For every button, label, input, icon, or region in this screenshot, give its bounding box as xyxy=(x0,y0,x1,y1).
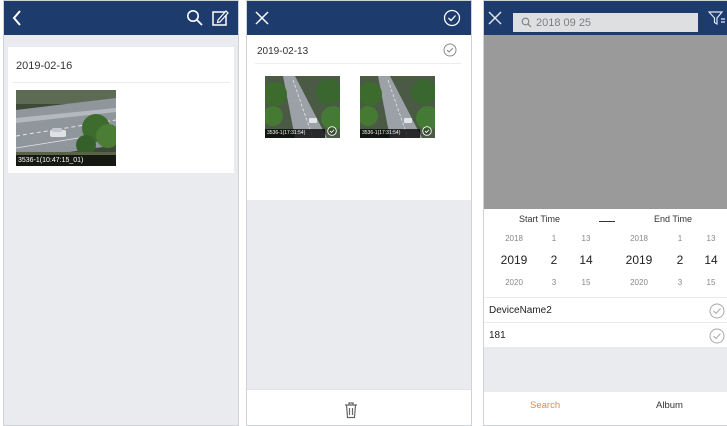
divider xyxy=(12,82,230,83)
close-button[interactable] xyxy=(251,1,273,35)
navbar xyxy=(247,1,471,35)
check-circle-icon xyxy=(443,9,461,27)
tab-search[interactable]: Search xyxy=(530,400,560,411)
end-day-selected[interactable]: 14 xyxy=(696,253,726,267)
album-list-screen: 2019-02-16 3536-1(10:47:15_01) xyxy=(3,0,239,426)
dim-overlay[interactable] xyxy=(484,35,727,209)
start-time-label: Start Time xyxy=(519,214,561,224)
recording-thumbnail[interactable]: 3536-1(10:47:15_01) xyxy=(16,90,116,166)
start-year-selected[interactable]: 2019 xyxy=(499,253,529,267)
recording-thumbnail[interactable]: 3536-1(17:31:54) xyxy=(360,76,435,138)
start-month-selected[interactable]: 2 xyxy=(539,253,569,267)
search-button[interactable] xyxy=(184,1,206,35)
end-month-option[interactable]: 3 xyxy=(665,278,695,287)
end-time-label: End Time xyxy=(654,214,693,224)
start-day-option[interactable]: 15 xyxy=(571,278,601,287)
filter-icon xyxy=(708,11,725,26)
bottom-toolbar xyxy=(247,389,471,425)
trash-icon[interactable] xyxy=(343,401,359,419)
date-group-card: 2019-02-13 3536-1(17:31:54) 3536-1(17:31… xyxy=(247,35,471,200)
thumbnail-caption: 3536-1(17:31:54) xyxy=(265,129,325,138)
close-icon xyxy=(488,11,502,25)
search-icon xyxy=(187,10,203,26)
edit-button[interactable] xyxy=(209,1,231,35)
end-month-option[interactable]: 1 xyxy=(665,234,695,243)
check-circle-icon[interactable] xyxy=(709,328,725,344)
date-range-picker: Start Time End Time 2018 2019 2020 1 2 3… xyxy=(484,209,727,297)
album-select-screen: 2019-02-13 3536-1(17:31:54) 3536-1(17:31… xyxy=(246,0,472,426)
close-button[interactable] xyxy=(484,1,506,35)
start-month-option[interactable]: 1 xyxy=(539,234,569,243)
recording-thumbnail[interactable]: 3536-1(17:31:54) xyxy=(265,76,340,138)
thumbnail-caption: 3536-1(10:47:15_01) xyxy=(16,155,116,166)
check-circle-icon[interactable] xyxy=(709,303,725,319)
start-day-selected[interactable]: 14 xyxy=(571,253,601,267)
device-row[interactable]: 181 xyxy=(484,322,727,348)
end-year-option[interactable]: 2018 xyxy=(624,234,654,243)
end-year-selected[interactable]: 2019 xyxy=(624,253,654,267)
start-year-option[interactable]: 2020 xyxy=(499,278,529,287)
select-all-button[interactable] xyxy=(441,1,463,35)
tab-album[interactable]: Album xyxy=(656,400,683,411)
close-icon xyxy=(255,11,269,25)
search-filter-screen: Start Time End Time 2018 2019 2020 1 2 3… xyxy=(483,0,727,426)
search-icon xyxy=(521,17,532,28)
date-group-label: 2019-02-16 xyxy=(16,60,73,72)
check-circle-icon[interactable] xyxy=(327,126,337,136)
chevron-left-icon xyxy=(12,10,21,26)
search-field xyxy=(513,13,698,32)
back-button[interactable] xyxy=(6,1,28,35)
navbar xyxy=(484,1,727,35)
thumbnail-caption: 3536-1(17:31:54) xyxy=(360,129,420,138)
end-month-selected[interactable]: 2 xyxy=(665,253,695,267)
navbar xyxy=(4,1,238,35)
device-row[interactable]: DeviceName2 xyxy=(484,297,727,323)
start-year-option[interactable]: 2018 xyxy=(499,234,529,243)
check-circle-icon[interactable] xyxy=(422,126,432,136)
end-year-option[interactable]: 2020 xyxy=(624,278,654,287)
search-input[interactable] xyxy=(536,13,694,32)
start-day-option[interactable]: 13 xyxy=(571,234,601,243)
date-group-card: 2019-02-16 3536-1(10:47:15_01) xyxy=(8,47,234,173)
edit-icon xyxy=(212,10,229,26)
date-group-label: 2019-02-13 xyxy=(257,46,309,57)
check-circle-icon[interactable] xyxy=(443,43,457,57)
start-month-option[interactable]: 3 xyxy=(539,278,569,287)
range-dash xyxy=(599,221,615,222)
device-name: DeviceName2 xyxy=(489,305,552,316)
bottom-tab-bar: Search Album xyxy=(484,392,727,425)
end-day-option[interactable]: 15 xyxy=(696,278,726,287)
filter-button[interactable] xyxy=(706,1,727,35)
end-day-option[interactable]: 13 xyxy=(696,234,726,243)
device-name: 181 xyxy=(489,330,506,341)
divider xyxy=(255,63,461,64)
